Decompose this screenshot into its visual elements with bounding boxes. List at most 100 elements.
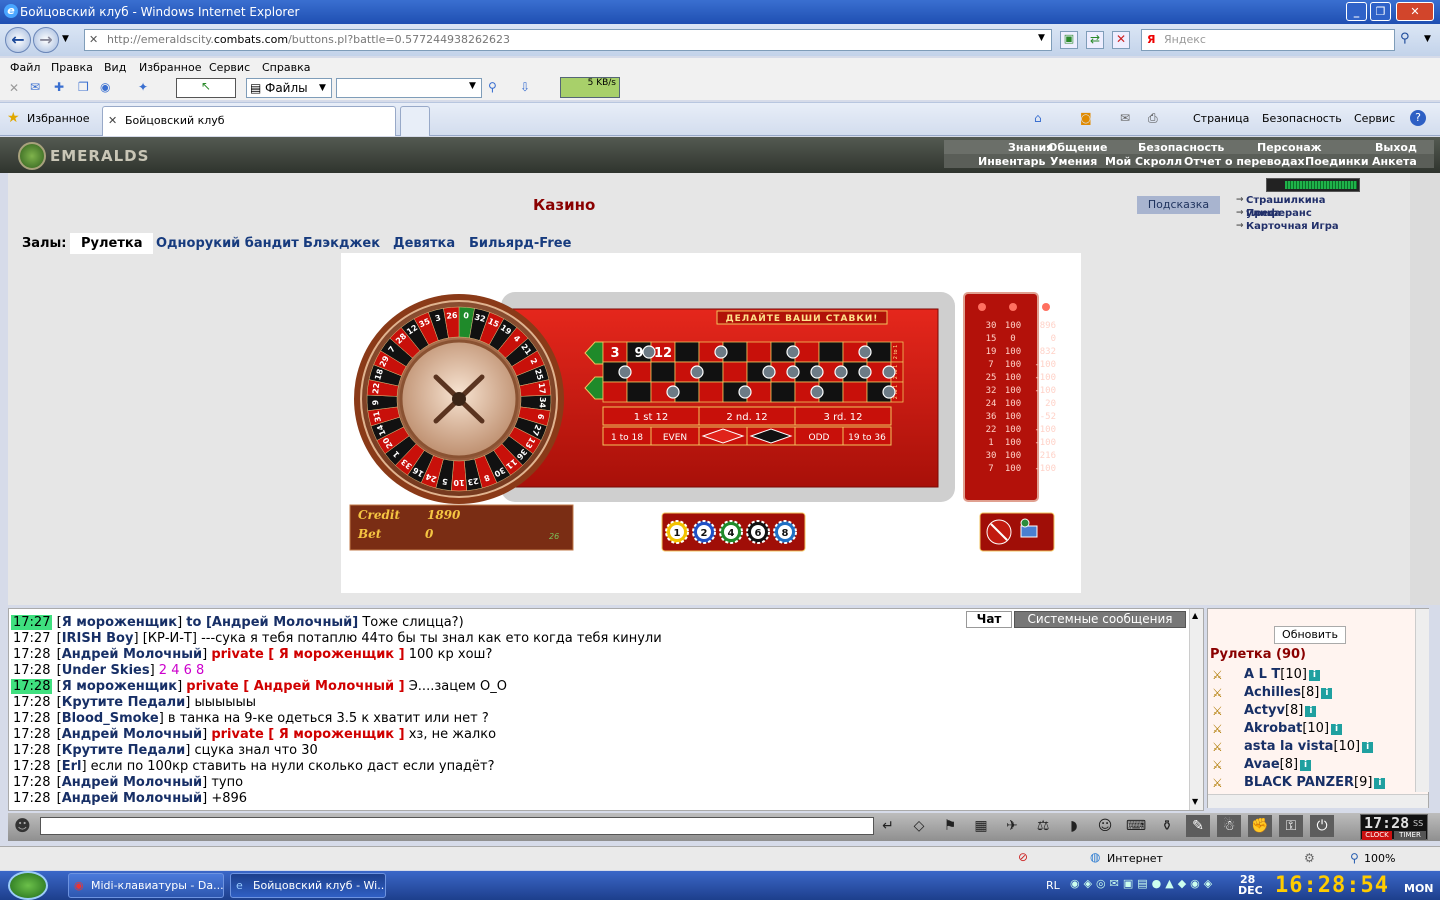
menu-tools[interactable]: Сервис (209, 61, 250, 74)
number-cell[interactable] (842, 381, 868, 403)
user-name[interactable]: BLACK PANZER (1244, 775, 1354, 790)
files-dropdown[interactable]: ▤ Файлы ▼ (246, 78, 332, 98)
user-row[interactable]: Akrobat[10] i (1244, 721, 1343, 737)
bag-icon[interactable]: ⚱ (1155, 815, 1179, 837)
chat-time[interactable]: 17:28 (11, 647, 52, 662)
user-name[interactable]: Achilles (1244, 685, 1301, 700)
nav-profile[interactable]: Анкета (1372, 155, 1417, 168)
minimize-button[interactable]: _ (1346, 2, 1367, 21)
hint-button[interactable]: Подсказка (1137, 196, 1220, 214)
chat-nick[interactable]: Андрей Молочный (62, 791, 202, 806)
smile-options-icon[interactable]: ☻ (14, 816, 36, 836)
menu-favorites[interactable]: Избранное (139, 61, 201, 74)
user-info-icon[interactable]: i (1308, 670, 1320, 681)
clear-icon[interactable]: ◇ (907, 815, 931, 837)
new-tab-button[interactable] (400, 106, 430, 136)
lock-icon[interactable]: ⚿ (1279, 815, 1303, 837)
mail-icon[interactable]: ✉ (1120, 111, 1130, 125)
private-message-icon[interactable]: ⚔ (1212, 704, 1232, 718)
search-box[interactable]: Я Яндекс (1141, 29, 1395, 51)
zoom-level[interactable]: 100% (1364, 852, 1395, 865)
user-row[interactable]: Achilles[8] i (1244, 685, 1333, 701)
number-cell[interactable] (746, 341, 772, 363)
hall-tab-nine[interactable]: Девятка (393, 236, 455, 251)
address-bar[interactable]: ✕ http://emeraldscity.combats.com/button… (84, 29, 1052, 51)
user-list-scrollbar[interactable] (1415, 609, 1429, 792)
chat-time[interactable]: 17:28 (11, 759, 52, 774)
user-list-hscrollbar[interactable] (1208, 794, 1428, 808)
chat-nick[interactable]: Я мороженщик (62, 679, 177, 694)
clock-label[interactable]: CLOCK (1362, 831, 1392, 840)
hall-tab-billiards-free[interactable]: Бильярд-Free (469, 236, 571, 251)
chat-time[interactable]: 17:28 (11, 775, 52, 790)
user-info-icon[interactable]: i (1300, 760, 1312, 771)
number-cell[interactable] (818, 341, 844, 363)
toolbar-combo[interactable]: ▼ (336, 78, 482, 98)
private-message-icon[interactable]: ⚔ (1212, 758, 1232, 772)
chat-panel[interactable]: 17:27 [Я мороженщик] to [Андрей Молочный… (8, 608, 1204, 811)
chat-nick[interactable]: Я мороженщик (62, 615, 177, 630)
user-info-icon[interactable]: i (1374, 778, 1386, 789)
user-row[interactable]: BLACK PANZER[9] i (1244, 775, 1386, 791)
nav-transfer-report[interactable]: Отчет о переводах (1184, 155, 1305, 168)
number-cell[interactable] (674, 341, 700, 363)
nav-skills[interactable]: Умения (1050, 155, 1097, 168)
chat-private-tag[interactable]: private [ Я мороженщик ] (211, 647, 404, 662)
nav-battles[interactable]: Поединки (1305, 155, 1369, 168)
chat-nick[interactable]: Андрей Молочный (62, 727, 202, 742)
language-indicator[interactable]: RL (1046, 879, 1060, 892)
user-row[interactable]: Avae[8] i (1244, 757, 1312, 773)
chat-time[interactable]: 17:28 (11, 679, 53, 694)
toolbar-find-icon[interactable]: ⚲ (488, 80, 497, 94)
address-dropdown-icon[interactable]: ▼ (1038, 33, 1045, 43)
maximize-button[interactable]: ❐ (1370, 2, 1391, 21)
chat-time[interactable]: 17:28 (11, 711, 52, 726)
chat-time[interactable]: 17:27 (11, 615, 53, 630)
task-midi-keyboards[interactable]: ◉ Midi-клавиатуры - Da... (68, 873, 224, 898)
chat-nick[interactable]: Blood_Smoke (62, 711, 159, 726)
chat-scroll-up-icon[interactable]: ▲ (1192, 611, 1198, 620)
timer-label[interactable]: TIMER (1394, 831, 1426, 840)
smile-icon[interactable]: ☺ (1093, 815, 1117, 837)
start-button[interactable] (8, 871, 48, 900)
nav-character[interactable]: Персонаж (1257, 141, 1322, 154)
nav-security[interactable]: Безопасность (1138, 141, 1224, 154)
menu-file[interactable]: Файл (10, 61, 40, 74)
user-name[interactable]: Akrobat (1244, 721, 1302, 736)
chat-time[interactable]: 17:28 (11, 791, 52, 806)
tray-clock[interactable]: 16:28:54 (1275, 873, 1389, 898)
page-menu[interactable]: Страница (1193, 112, 1249, 125)
rss-icon[interactable]: ◙ (1080, 111, 1092, 125)
forward-button[interactable]: → (33, 27, 59, 53)
chat-to[interactable]: to [Андрей Молочный] (186, 615, 358, 630)
favorites-label[interactable]: Избранное (27, 112, 89, 125)
scroll-icon[interactable]: ✎ (1186, 815, 1210, 837)
zoom-icon[interactable]: ⚲ (1350, 851, 1359, 865)
chat-nick[interactable]: Under Skies (62, 663, 150, 678)
number-cell[interactable] (626, 381, 652, 403)
nav-inventory[interactable]: Инвентарь (978, 155, 1045, 168)
user-name[interactable]: Avae (1244, 757, 1280, 772)
private-message-icon[interactable]: ⚔ (1212, 686, 1232, 700)
chat-scrollbar[interactable]: ▲ ▼ (1189, 609, 1203, 810)
chat-time[interactable]: 17:28 (11, 727, 52, 742)
task-fight-club[interactable]: e Бойцовский клуб - Wi... (230, 873, 386, 898)
number-cell[interactable] (602, 381, 628, 403)
nav-exit[interactable]: Выход (1375, 141, 1417, 154)
chat-nick[interactable]: Крутите Педали (62, 743, 186, 758)
chat-time[interactable]: 17:28 (11, 663, 52, 678)
tab-system-messages[interactable]: Системные сообщения (1014, 611, 1186, 628)
send-icon[interactable]: ↵ (876, 815, 900, 837)
print-icon[interactable]: ⎙ (1148, 111, 1158, 126)
chat-time[interactable]: 17:27 (11, 631, 52, 646)
chat-scroll-down-icon[interactable]: ▼ (1192, 797, 1198, 806)
recent-pages-dropdown-icon[interactable]: ▼ (62, 34, 69, 44)
hall-tab-roulette[interactable]: Рулетка (70, 233, 154, 254)
hall-tab-one-armed-bandit[interactable]: Однорукий бандит (156, 236, 299, 251)
user-info-icon[interactable]: i (1321, 688, 1333, 699)
user-info-icon[interactable]: i (1305, 706, 1317, 717)
menu-help[interactable]: Справка (262, 61, 310, 74)
user-name[interactable]: asta la vista (1244, 739, 1333, 754)
mask-icon[interactable]: ☃ (1217, 815, 1241, 837)
private-message-icon[interactable]: ⚔ (1212, 668, 1232, 682)
